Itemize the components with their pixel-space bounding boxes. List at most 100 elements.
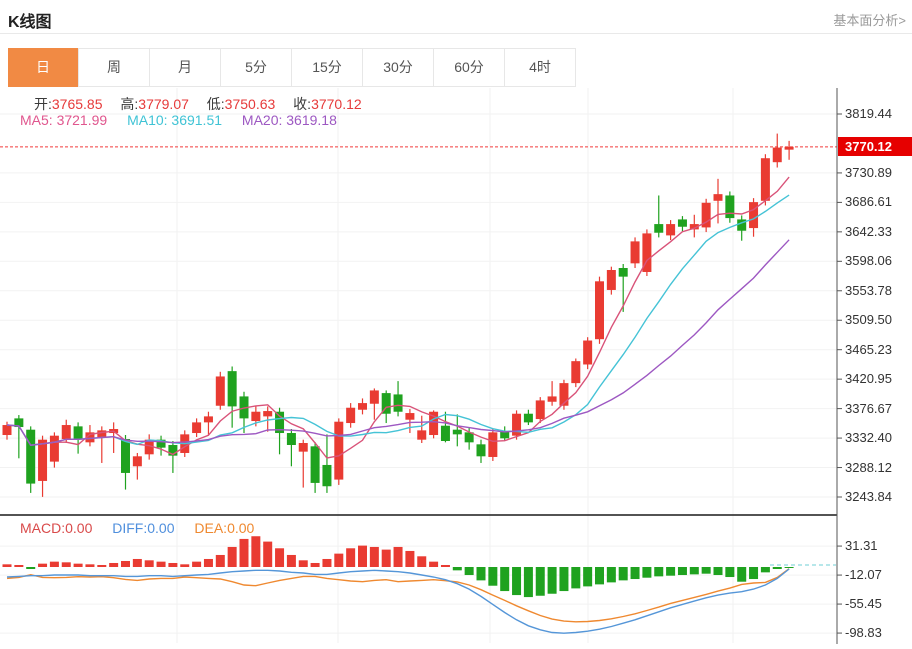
macd-bar [180, 564, 189, 567]
macd-bar [512, 567, 521, 595]
tab-日[interactable]: 日 [8, 48, 79, 87]
candle [631, 241, 640, 263]
macd-bar [749, 567, 758, 579]
tab-周[interactable]: 周 [79, 49, 150, 86]
macd-bar [121, 561, 130, 567]
candle [394, 394, 403, 411]
candle [62, 425, 71, 439]
candle [299, 443, 308, 452]
candle [749, 202, 758, 228]
macd-bar [524, 567, 533, 597]
axis-tick-label: -55.45 [845, 596, 909, 612]
macd-bar [690, 567, 699, 574]
macd-bar [14, 565, 23, 567]
candle [322, 465, 331, 486]
macd-bar [394, 547, 403, 567]
macd-bar [607, 567, 616, 582]
macd-bar [654, 567, 663, 576]
macd-bar [263, 542, 272, 567]
macd-bar [145, 560, 154, 567]
candle [536, 400, 545, 419]
macd-bar [536, 567, 545, 596]
candle [263, 411, 272, 416]
axis-tick-label: 3642.33 [845, 224, 909, 240]
open-value: 3765.85 [52, 96, 103, 112]
macd-bar [240, 539, 249, 567]
high-label: 高: [120, 96, 138, 112]
ma20-value: MA20: 3619.18 [242, 112, 337, 128]
macd-bar [453, 567, 462, 570]
tab-60分[interactable]: 60分 [434, 49, 505, 86]
low-label: 低: [207, 96, 225, 112]
candle [477, 444, 486, 456]
macd-bar [346, 548, 355, 567]
open-label: 开: [34, 96, 52, 112]
axis-tick-label: 3243.84 [845, 489, 909, 505]
macd-bar [737, 567, 746, 582]
axis-tick-label: 3509.50 [845, 312, 909, 328]
candle [370, 390, 379, 403]
page-title: K线图 [8, 8, 52, 32]
candle [453, 430, 462, 435]
macd-bar [168, 563, 177, 567]
candle [595, 281, 604, 339]
macd-bar [619, 567, 628, 580]
tab-5分[interactable]: 5分 [221, 49, 292, 86]
macd-bar [595, 567, 604, 584]
tab-15分[interactable]: 15分 [292, 49, 363, 86]
macd-bar [157, 562, 166, 567]
axis-tick-label: 3686.61 [845, 194, 909, 210]
candle [133, 456, 142, 466]
candle [228, 371, 237, 406]
fundamental-analysis-link[interactable]: 基本面分析> [833, 10, 906, 29]
axis-tick-label: 3332.40 [845, 430, 909, 446]
axis-tick-label: -12.07 [845, 567, 909, 583]
macd-bar [334, 554, 343, 567]
macd-bar [299, 560, 308, 567]
ma10-value: MA10: 3691.51 [127, 112, 222, 128]
candles [3, 134, 794, 497]
macd-histogram [3, 536, 794, 597]
current-price-tag: 3770.12 [838, 137, 912, 156]
macd-legend: MACD:0.00 DIFF:0.00 DEA:0.00 [20, 520, 270, 536]
interval-tab-bar: 日周月5分15分30分60分4时 [8, 48, 576, 87]
macd-bar [405, 551, 414, 567]
macd-bar [216, 555, 225, 567]
candle [512, 414, 521, 436]
candle [654, 224, 663, 233]
candle [785, 147, 794, 150]
macd-bar [74, 564, 83, 567]
close-label: 收: [293, 96, 311, 112]
tab-月[interactable]: 月 [150, 49, 221, 86]
macd-bar [488, 567, 497, 586]
macd-bar [50, 562, 59, 567]
macd-bar [678, 567, 687, 575]
candle [26, 430, 35, 484]
candle [334, 422, 343, 480]
macd-bar [228, 547, 237, 567]
ma5-value: MA5: 3721.99 [20, 112, 107, 128]
candle [192, 422, 201, 433]
candle [488, 432, 497, 457]
current-price-value: 3770.12 [845, 139, 892, 154]
axis-tick-label: 31.31 [845, 538, 909, 554]
candle [441, 426, 450, 441]
macd-bar [26, 567, 35, 569]
high-value: 3779.07 [138, 96, 189, 112]
macd-bar [322, 559, 331, 567]
axis-tick-label: 3465.23 [845, 342, 909, 358]
macd-bar [761, 567, 770, 572]
ma-legend: MA5: 3721.99 MA10: 3691.51 MA20: 3619.18 [20, 112, 353, 128]
macd-bar [85, 564, 94, 567]
candle [121, 439, 130, 473]
tab-30分[interactable]: 30分 [363, 49, 434, 86]
macd-bar [785, 567, 794, 568]
candle [251, 412, 260, 421]
kline-chart-canvas[interactable] [0, 88, 912, 644]
candle [311, 446, 320, 483]
macd-bar [583, 567, 592, 586]
tab-4时[interactable]: 4时 [505, 49, 575, 86]
axis-tick-label: 3598.06 [845, 253, 909, 269]
macd-bar [311, 563, 320, 567]
axis-tick-label: 3553.78 [845, 283, 909, 299]
